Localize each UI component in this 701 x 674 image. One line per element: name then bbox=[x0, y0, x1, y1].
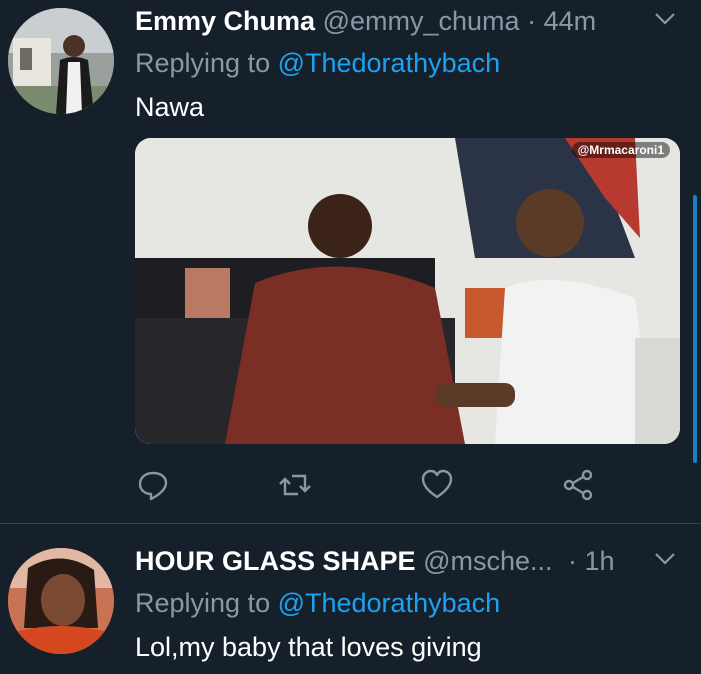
tweet-media[interactable]: @Mrmacaroni1 bbox=[135, 138, 680, 444]
replying-prefix: Replying to bbox=[135, 48, 278, 78]
avatar[interactable] bbox=[8, 548, 114, 654]
display-name[interactable]: HOUR GLASS SHAPE bbox=[135, 546, 416, 576]
replying-to: Replying to @Thedorathybach bbox=[135, 46, 500, 80]
replying-prefix: Replying to bbox=[135, 588, 278, 618]
user-handle[interactable]: @msche... bbox=[423, 546, 552, 576]
separator-dot: · bbox=[527, 6, 537, 36]
replying-to: Replying to @Thedorathybach bbox=[135, 586, 500, 620]
tweet[interactable]: Emmy Chuma @emmy_chuma · 44m Replying to… bbox=[0, 0, 701, 523]
share-icon[interactable] bbox=[562, 468, 596, 502]
like-icon[interactable] bbox=[420, 468, 454, 502]
media-watermark: @Mrmacaroni1 bbox=[571, 142, 670, 158]
user-handle[interactable]: @emmy_chuma bbox=[323, 6, 520, 36]
chevron-down-icon[interactable] bbox=[652, 6, 678, 38]
retweet-icon[interactable] bbox=[278, 468, 312, 502]
timestamp[interactable]: 44m bbox=[544, 6, 597, 36]
reply-mention-link[interactable]: @Thedorathybach bbox=[278, 588, 501, 618]
tweet-actions bbox=[0, 468, 701, 502]
reply-icon[interactable] bbox=[136, 468, 170, 502]
tweet-text: Nawa bbox=[135, 92, 205, 122]
media-photo bbox=[135, 138, 680, 444]
tweet-header: HOUR GLASS SHAPE @msche... · 1h bbox=[135, 544, 615, 578]
avatar-photo bbox=[8, 548, 114, 654]
separator-dot: · bbox=[568, 546, 578, 576]
tweet-text: Lol,my baby that loves giving bbox=[135, 632, 482, 662]
reply-mention-link[interactable]: @Thedorathybach bbox=[278, 48, 501, 78]
timestamp[interactable]: 1h bbox=[585, 546, 615, 576]
avatar-photo bbox=[8, 8, 114, 114]
avatar[interactable] bbox=[8, 8, 114, 114]
tweet-header: Emmy Chuma @emmy_chuma · 44m bbox=[135, 4, 596, 38]
scrollbar[interactable] bbox=[693, 195, 697, 463]
display-name[interactable]: Emmy Chuma bbox=[135, 6, 315, 36]
chevron-down-icon[interactable] bbox=[652, 546, 678, 578]
